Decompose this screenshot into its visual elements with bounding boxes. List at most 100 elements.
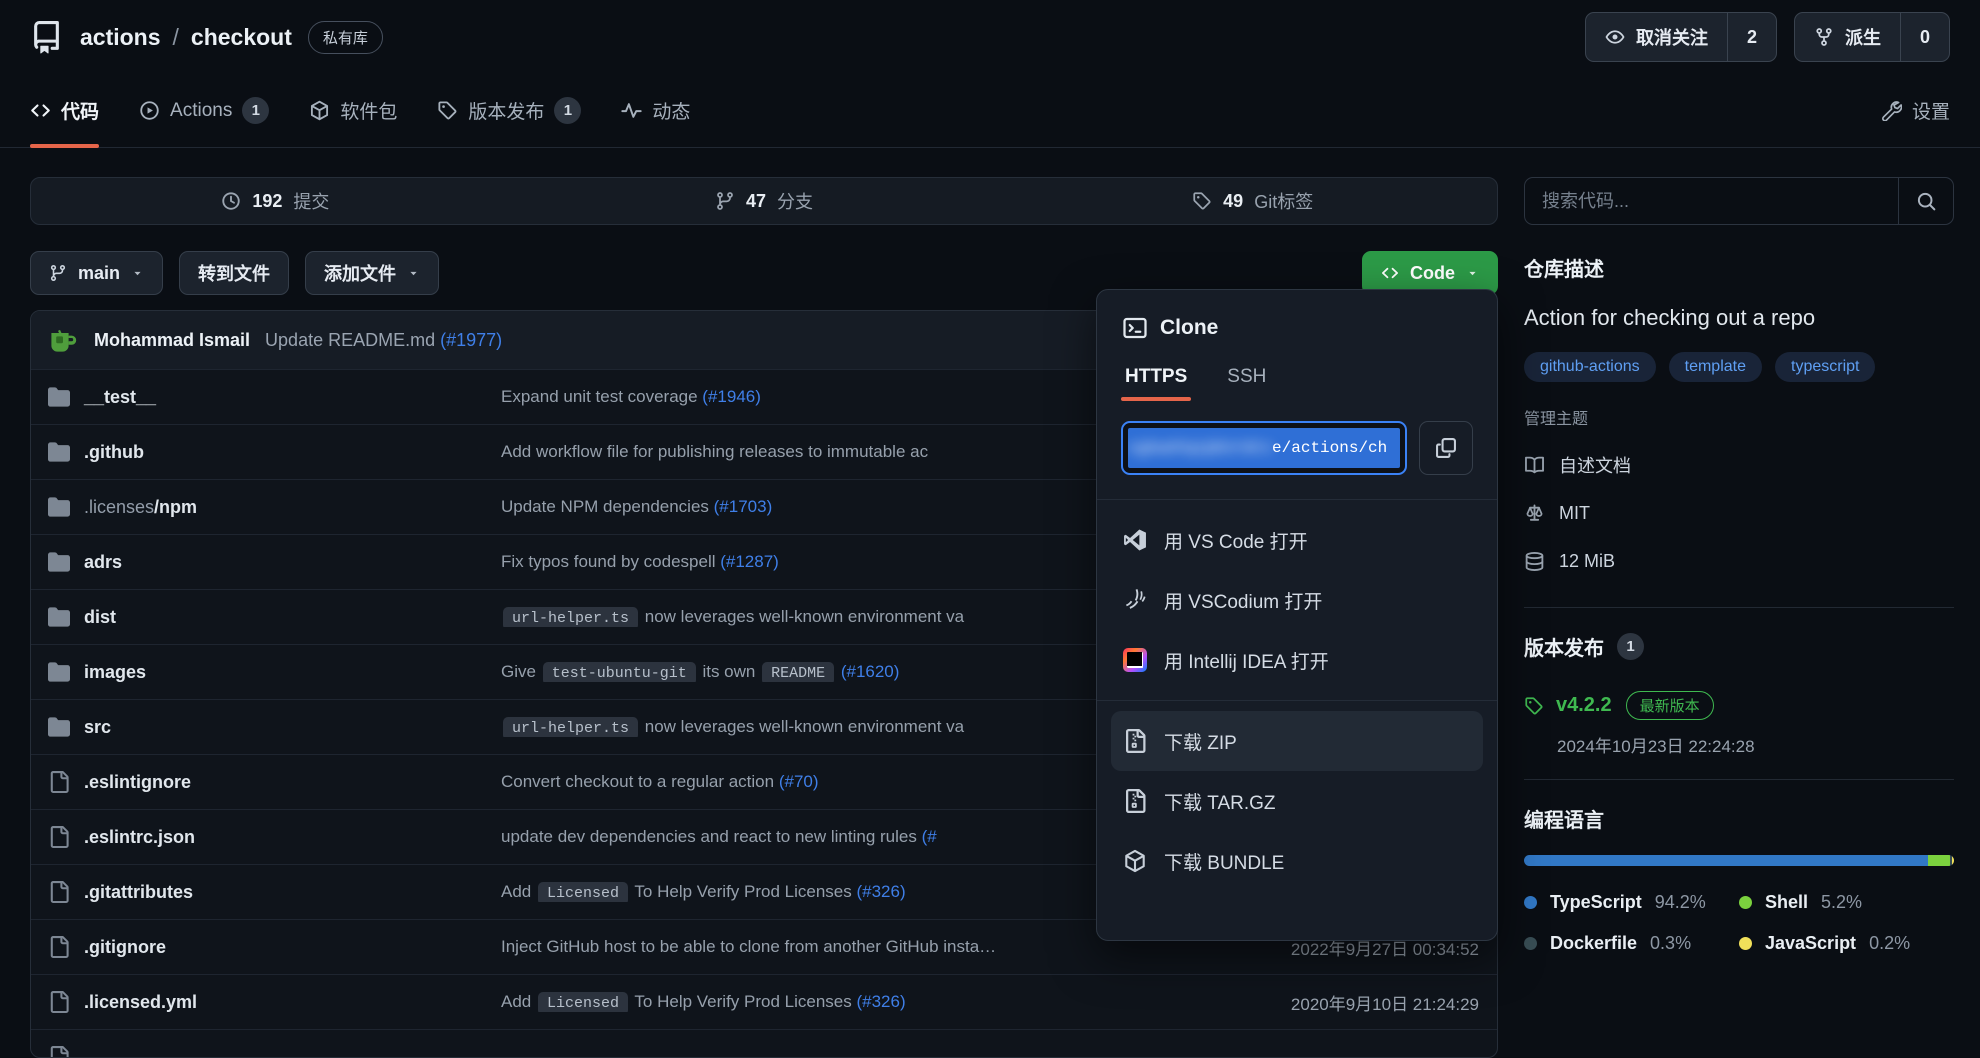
package-icon xyxy=(309,100,330,121)
tab-code-label: 代码 xyxy=(61,97,99,124)
language-bar[interactable] xyxy=(1524,855,1954,866)
file-name[interactable]: .eslintrc.json xyxy=(84,827,195,848)
issue-link[interactable]: (#1946) xyxy=(702,387,761,406)
file-name[interactable]: images xyxy=(84,662,146,683)
vscodium-icon xyxy=(1123,588,1147,612)
language-legend: TypeScript94.2%Shell5.2%Dockerfile0.3%Ja… xyxy=(1524,892,1954,954)
download-targz-item[interactable]: 下载 TAR.GZ xyxy=(1097,771,1497,831)
file-name[interactable]: .github xyxy=(84,442,144,463)
open-vscode-item[interactable]: 用 VS Code 打开 xyxy=(1097,510,1497,570)
language-color-dot xyxy=(1524,937,1537,950)
clock-icon xyxy=(221,191,241,211)
license-link[interactable]: MIT xyxy=(1524,489,1954,537)
vscode-icon xyxy=(1123,528,1147,552)
issue-link[interactable]: (#1703) xyxy=(714,497,773,516)
folder-icon xyxy=(48,606,70,628)
file-name[interactable]: dist xyxy=(84,607,116,628)
tab-releases[interactable]: 版本发布 1 xyxy=(437,74,581,147)
commit-pr-link[interactable]: (#1977) xyxy=(440,330,502,350)
clone-url-input[interactable]: xgkwehqzpbnrmtve/actions/ch xyxy=(1121,421,1407,475)
commits-stat[interactable]: 192 提交 xyxy=(31,188,520,214)
language-name: JavaScript xyxy=(1765,933,1856,954)
tab-activity[interactable]: 动态 xyxy=(621,74,690,147)
fork-button[interactable]: 派生 0 xyxy=(1794,12,1950,62)
open-idea-label: 用 Intellij IDEA 打开 xyxy=(1164,647,1329,674)
branches-stat[interactable]: 47 分支 xyxy=(520,188,1009,214)
tab-https[interactable]: HTTPS xyxy=(1123,366,1189,401)
goto-file-button[interactable]: 转到文件 xyxy=(179,251,289,295)
download-bundle-item[interactable]: 下载 BUNDLE xyxy=(1097,831,1497,891)
wrench-icon xyxy=(1881,100,1902,121)
language-legend-item[interactable]: Dockerfile0.3% xyxy=(1524,933,1739,954)
fork-icon xyxy=(1814,27,1834,47)
visibility-badge: 私有库 xyxy=(308,21,383,54)
search-input[interactable] xyxy=(1525,178,1898,224)
download-zip-item[interactable]: 下载 ZIP xyxy=(1111,711,1483,771)
issue-link[interactable]: (#326) xyxy=(856,882,905,901)
law-icon xyxy=(1524,503,1545,524)
tab-settings[interactable]: 设置 xyxy=(1881,74,1950,147)
issue-link[interactable]: (#326) xyxy=(856,992,905,1011)
branch-icon xyxy=(715,191,735,211)
repo-owner-link[interactable]: actions xyxy=(80,24,161,51)
search-button[interactable] xyxy=(1898,178,1953,224)
folder-icon xyxy=(48,386,70,408)
commit-message-text: Update README.md xyxy=(265,330,435,350)
open-vscode-label: 用 VS Code 打开 xyxy=(1164,527,1308,554)
open-vscodium-item[interactable]: 用 VSCodium 打开 xyxy=(1097,570,1497,630)
manage-topics-link[interactable]: 管理主题 xyxy=(1524,405,1954,429)
language-legend-item[interactable]: Shell5.2% xyxy=(1739,892,1954,913)
file-name[interactable]: .licenses/npm xyxy=(84,497,197,518)
topic-pill[interactable]: github-actions xyxy=(1524,352,1656,382)
tag-icon xyxy=(437,100,458,121)
file-name[interactable]: adrs xyxy=(84,552,122,573)
issue-link[interactable]: (#70) xyxy=(779,772,819,791)
repo-sidebar: 仓库描述 Action for checking out a repo gith… xyxy=(1524,177,1954,954)
language-bar-segment xyxy=(1524,855,1928,866)
tags-stat[interactable]: 49 Git标签 xyxy=(1008,188,1497,214)
table-row[interactable]: .licensed.ymlAdd Licensed To Help Verify… xyxy=(31,974,1497,1029)
branch-selector[interactable]: main xyxy=(30,251,163,295)
clone-menu: 用 VS Code 打开 用 VSCodium 打开 用 Intellij ID… xyxy=(1097,500,1497,891)
book-icon xyxy=(1524,455,1545,476)
branch-icon xyxy=(49,264,67,282)
avatar[interactable] xyxy=(47,324,79,356)
file-zip-icon xyxy=(1123,789,1147,813)
file-name[interactable]: src xyxy=(84,717,111,738)
unwatch-button[interactable]: 取消关注 2 xyxy=(1585,12,1777,62)
language-legend-item[interactable]: TypeScript94.2% xyxy=(1524,892,1739,913)
issue-link[interactable]: (#1287) xyxy=(720,552,779,571)
tab-actions[interactable]: Actions 1 xyxy=(139,74,269,147)
file-name[interactable]: .eslintignore xyxy=(84,772,191,793)
file-name[interactable]: .licensed.yml xyxy=(84,992,197,1013)
language-name: Dockerfile xyxy=(1550,933,1637,954)
issue-link[interactable]: (#1620) xyxy=(841,662,900,681)
commit-author[interactable]: Mohammad Ismail xyxy=(94,330,250,351)
eye-icon xyxy=(1605,27,1625,47)
file-icon xyxy=(48,881,70,903)
issue-link[interactable]: (# xyxy=(922,827,937,846)
tab-packages[interactable]: 软件包 xyxy=(309,74,397,147)
fork-count[interactable]: 0 xyxy=(1900,13,1949,61)
topic-pill[interactable]: template xyxy=(1669,352,1762,382)
copy-url-button[interactable] xyxy=(1419,421,1473,475)
tab-ssh[interactable]: SSH xyxy=(1225,366,1268,401)
code-chip: README xyxy=(762,662,834,682)
file-name[interactable]: .gitignore xyxy=(84,937,166,958)
breadcrumb-separator: / xyxy=(173,24,179,51)
database-icon xyxy=(1524,551,1545,572)
releases-heading[interactable]: 版本发布 xyxy=(1524,632,1604,661)
table-row[interactable] xyxy=(31,1029,1497,1058)
watch-count[interactable]: 2 xyxy=(1727,13,1776,61)
repo-name-link[interactable]: checkout xyxy=(191,24,292,51)
open-idea-item[interactable]: 用 Intellij IDEA 打开 xyxy=(1097,630,1497,690)
file-name[interactable]: .gitattributes xyxy=(84,882,193,903)
release-version-link[interactable]: v4.2.2 xyxy=(1556,694,1612,717)
readme-link[interactable]: 自述文档 xyxy=(1524,441,1954,489)
tab-code[interactable]: 代码 xyxy=(30,74,99,147)
file-name[interactable]: __test__ xyxy=(84,387,156,408)
topic-pill[interactable]: typescript xyxy=(1775,352,1875,382)
add-file-button[interactable]: 添加文件 xyxy=(305,251,439,295)
language-legend-item[interactable]: JavaScript0.2% xyxy=(1739,933,1954,954)
branches-label: 分支 xyxy=(777,188,813,214)
